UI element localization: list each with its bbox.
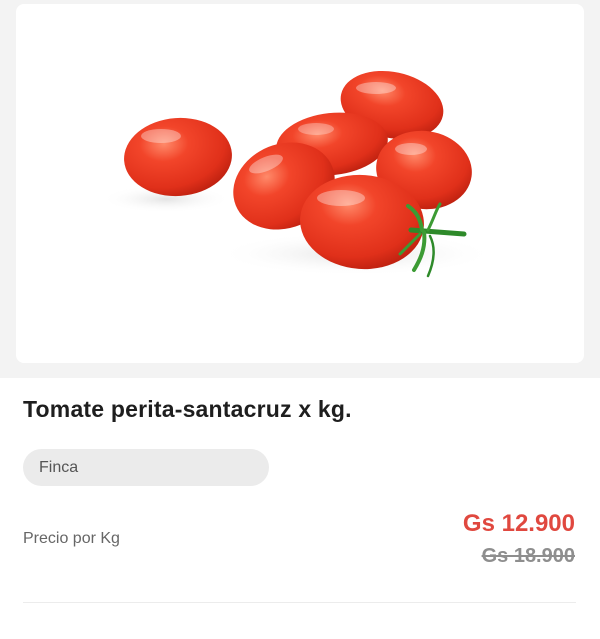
product-detail-page: Tomate perita-santacruz x kg. Finca Prec… [0, 0, 600, 639]
current-price: Gs 12.900 [462, 510, 575, 537]
vendor-label: Finca [39, 458, 79, 476]
original-price: Gs 18.900 [481, 545, 575, 567]
product-image[interactable] [16, 4, 584, 363]
price-unit-label: Precio por Kg [23, 530, 120, 547]
product-image-area [0, 0, 600, 378]
divider [23, 602, 576, 603]
tomatoes-image [101, 70, 496, 278]
vendor-chip[interactable]: Finca [23, 449, 269, 486]
product-title: Tomate perita-santacruz x kg. [23, 396, 352, 422]
